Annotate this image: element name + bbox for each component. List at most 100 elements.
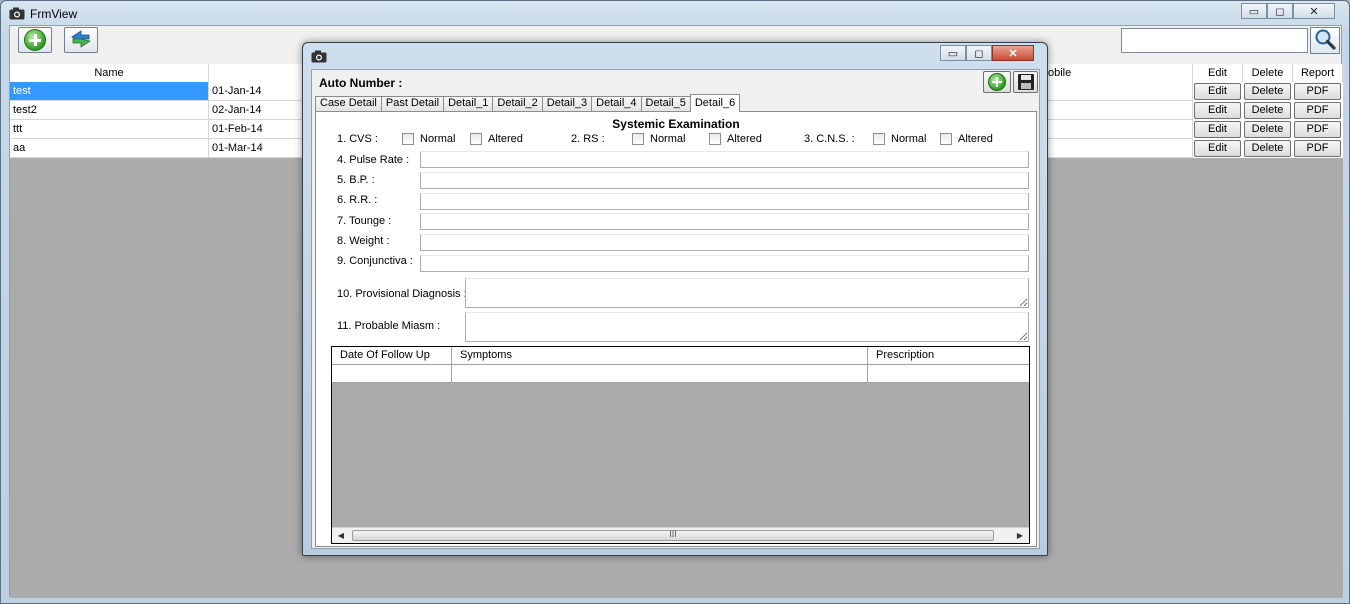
tab-detail-5[interactable]: Detail_5 xyxy=(640,96,691,111)
camera-icon xyxy=(9,7,25,23)
auto-number-label: Auto Number : xyxy=(319,76,403,90)
dialog-add-button[interactable] xyxy=(983,71,1011,93)
tab-detail-6[interactable]: Detail_6 xyxy=(689,94,741,112)
scroll-right-icon[interactable]: ▶ xyxy=(1012,528,1028,543)
tab-detail-1[interactable]: Detail_1 xyxy=(443,96,494,111)
maximize-icon: ◻ xyxy=(974,47,984,60)
rs-normal-label[interactable]: Normal xyxy=(650,133,685,145)
followup-date-cell[interactable] xyxy=(332,365,452,383)
tounge-field[interactable] xyxy=(420,213,1029,230)
cvs-normal-label[interactable]: Normal xyxy=(420,133,455,145)
save-button[interactable] xyxy=(1013,71,1038,93)
delete-button[interactable]: Delete xyxy=(1244,121,1291,138)
row-name-cell[interactable]: test2 xyxy=(10,101,209,120)
delete-button[interactable]: Delete xyxy=(1244,102,1291,119)
save-icon xyxy=(1017,74,1034,90)
row-name-cell[interactable]: test xyxy=(10,82,209,101)
search-input[interactable] xyxy=(1121,28,1308,53)
delete-button[interactable]: Delete xyxy=(1244,83,1291,100)
close-icon: ✕ xyxy=(1309,5,1319,18)
column-header-delete[interactable]: Delete xyxy=(1243,64,1293,83)
column-header-symptoms[interactable]: Symptoms xyxy=(452,347,868,365)
row-date-cell[interactable]: 01-Mar-14 xyxy=(209,139,309,158)
cns-label: 3. C.N.S. : xyxy=(804,133,855,145)
dialog-minimize-button[interactable]: ▭ xyxy=(940,45,966,61)
column-header-report[interactable]: Report xyxy=(1293,64,1343,83)
followup-grid: Date Of Follow Up Symptoms Prescription … xyxy=(331,346,1030,544)
probable-miasm-label: 11. Probable Miasm : xyxy=(337,320,441,332)
table-row[interactable] xyxy=(332,365,1029,383)
pdf-button[interactable]: PDF xyxy=(1294,140,1341,157)
provisional-diagnosis-field[interactable] xyxy=(465,278,1029,308)
row-name-cell[interactable]: ttt xyxy=(10,120,209,139)
followup-prescription-cell[interactable] xyxy=(868,365,1029,383)
scroll-thumb[interactable]: III xyxy=(352,530,994,541)
row-date-cell[interactable]: 01-Feb-14 xyxy=(209,120,309,139)
search-button[interactable] xyxy=(1310,27,1340,54)
add-button[interactable] xyxy=(18,27,52,53)
tab-strip: Case Detail Past Detail Detail_1 Detail_… xyxy=(315,94,741,112)
rs-normal-checkbox[interactable] xyxy=(632,133,644,145)
tab-case-detail[interactable]: Case Detail xyxy=(315,96,382,111)
cns-altered-checkbox[interactable] xyxy=(940,133,952,145)
close-button[interactable]: ✕ xyxy=(1293,3,1335,19)
scroll-left-icon[interactable]: ◀ xyxy=(333,528,349,543)
tab-past-detail[interactable]: Past Detail xyxy=(380,96,445,111)
weight-field[interactable] xyxy=(420,234,1029,251)
cvs-normal-checkbox[interactable] xyxy=(402,133,414,145)
dialog-maximize-button[interactable]: ◻ xyxy=(966,45,992,61)
cvs-altered-label[interactable]: Altered xyxy=(488,133,523,145)
row-date-cell[interactable]: 01-Jan-14 xyxy=(209,82,309,101)
add-icon xyxy=(24,29,46,51)
row-date-cell[interactable]: 02-Jan-14 xyxy=(209,101,309,120)
pdf-button[interactable]: PDF xyxy=(1294,121,1341,138)
edit-button[interactable]: Edit xyxy=(1194,83,1241,100)
pdf-button[interactable]: PDF xyxy=(1294,102,1341,119)
column-header-date[interactable] xyxy=(209,64,309,83)
rs-altered-checkbox[interactable] xyxy=(709,133,721,145)
delete-button[interactable]: Delete xyxy=(1244,140,1291,157)
cvs-label: 1. CVS : xyxy=(337,133,378,145)
dialog-close-button[interactable]: ✕ xyxy=(992,45,1034,61)
column-header-date-of-follow-up[interactable]: Date Of Follow Up xyxy=(332,347,452,365)
followup-symptoms-cell[interactable] xyxy=(452,365,868,383)
maximize-button[interactable]: ◻ xyxy=(1267,3,1293,19)
horizontal-scrollbar[interactable]: ◀ III ▶ xyxy=(332,527,1029,543)
rs-altered-label[interactable]: Altered xyxy=(727,133,762,145)
refresh-icon xyxy=(69,29,93,52)
bp-field[interactable] xyxy=(420,172,1029,189)
main-titlebar[interactable]: FrmView ▭ ◻ ✕ xyxy=(1,1,1349,25)
tounge-label: 7. Tounge : xyxy=(337,215,392,227)
pdf-button[interactable]: PDF xyxy=(1294,83,1341,100)
rr-field[interactable] xyxy=(420,193,1029,210)
row-name-cell[interactable]: aa xyxy=(10,139,209,158)
column-header-mobile[interactable]: obile xyxy=(1046,64,1193,83)
search-icon xyxy=(1314,28,1336,53)
minimize-icon: ▭ xyxy=(947,47,959,60)
minimize-button[interactable]: ▭ xyxy=(1241,3,1267,19)
cns-normal-label[interactable]: Normal xyxy=(891,133,926,145)
close-icon: ✕ xyxy=(1008,47,1018,60)
cvs-altered-checkbox[interactable] xyxy=(470,133,482,145)
cns-normal-checkbox[interactable] xyxy=(873,133,885,145)
tab-detail-2[interactable]: Detail_2 xyxy=(492,96,543,111)
edit-button[interactable]: Edit xyxy=(1194,121,1241,138)
rr-label: 6. R.R. : xyxy=(337,194,378,206)
edit-button[interactable]: Edit xyxy=(1194,140,1241,157)
weight-label: 8. Weight : xyxy=(337,235,390,247)
column-header-name[interactable]: Name xyxy=(10,64,209,83)
tab-detail-3[interactable]: Detail_3 xyxy=(541,96,593,111)
minimize-icon: ▭ xyxy=(1248,5,1260,18)
cns-altered-label[interactable]: Altered xyxy=(958,133,993,145)
edit-button[interactable]: Edit xyxy=(1194,102,1241,119)
tab-detail-4[interactable]: Detail_4 xyxy=(591,96,642,111)
column-header-edit[interactable]: Edit xyxy=(1193,64,1243,83)
conjunctiva-field[interactable] xyxy=(420,255,1029,272)
pulse-rate-field[interactable] xyxy=(420,151,1029,168)
followup-grid-header: Date Of Follow Up Symptoms Prescription xyxy=(332,347,1029,365)
column-header-prescription[interactable]: Prescription xyxy=(868,347,1029,365)
probable-miasm-field[interactable] xyxy=(465,312,1029,342)
camera-icon xyxy=(311,50,327,66)
dialog-client-area: Auto Number : Case Detail Past Detail De… xyxy=(311,69,1040,549)
refresh-button[interactable] xyxy=(64,27,98,53)
